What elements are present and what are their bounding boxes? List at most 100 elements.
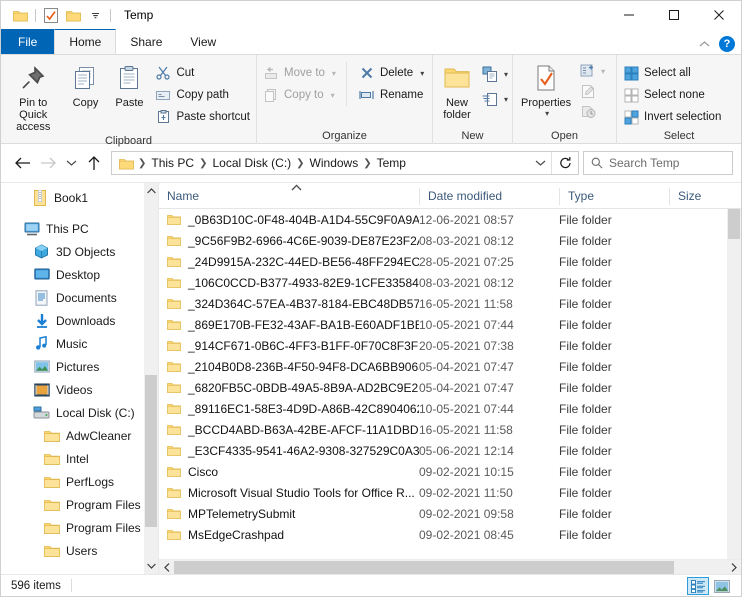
breadcrumb-item-this-pc[interactable]: This PC bbox=[147, 156, 198, 170]
table-row[interactable]: _6820FB5C-0BDB-49A5-8B9A-AD2BC9E2... 05-… bbox=[159, 377, 741, 398]
details-view-button[interactable] bbox=[687, 577, 709, 595]
hscroll-track[interactable] bbox=[174, 560, 726, 575]
tab-view[interactable]: View bbox=[176, 29, 230, 54]
table-row[interactable]: _89116EC1-58E3-4D9D-A86B-42C8904062... 1… bbox=[159, 398, 741, 419]
qat-properties-check-icon[interactable] bbox=[40, 4, 62, 26]
tab-file[interactable]: File bbox=[1, 29, 54, 54]
sidebar-item-program-files[interactable]: Program Files bbox=[1, 493, 158, 516]
paste-shortcut-button[interactable]: Paste shortcut bbox=[151, 106, 254, 128]
ribbon-collapse-chevron-up-icon[interactable] bbox=[698, 38, 711, 51]
help-button[interactable]: ? bbox=[719, 36, 735, 52]
tab-share[interactable]: Share bbox=[116, 29, 176, 54]
move-to-button[interactable]: Move to ▾ bbox=[259, 62, 340, 84]
sidebar-item-3d-objects[interactable]: 3D Objects bbox=[1, 240, 158, 263]
table-row[interactable]: MPTelemetrySubmit 09-02-2021 09:58 File … bbox=[159, 503, 741, 524]
cut-button[interactable]: Cut bbox=[151, 62, 254, 84]
move-to-caret-icon[interactable]: ▾ bbox=[332, 69, 336, 78]
file-list-horizontal-scrollbar[interactable] bbox=[159, 559, 741, 574]
sidebar-scroll-down-chevron-down-icon[interactable] bbox=[144, 558, 158, 574]
table-row[interactable]: _0B63D10C-0F48-404B-A1D4-55C9F0A9A... 12… bbox=[159, 209, 741, 230]
forward-button[interactable] bbox=[35, 150, 61, 176]
edit-button[interactable] bbox=[577, 81, 608, 101]
qat-new-folder-icon[interactable] bbox=[62, 4, 84, 26]
sidebar-item-this-pc[interactable]: This PC bbox=[1, 217, 158, 240]
table-row[interactable]: _869E170B-FE32-43AF-BA1B-E60ADF1BE3... 1… bbox=[159, 314, 741, 335]
column-header-size[interactable]: Size bbox=[669, 188, 741, 205]
sidebar-item-program-files-x86[interactable]: Program Files ( bbox=[1, 516, 158, 539]
sidebar-item-desktop[interactable]: Desktop bbox=[1, 263, 158, 286]
table-row[interactable]: _2104B0D8-236B-4F50-94F8-DCA6BB9063... 0… bbox=[159, 356, 741, 377]
table-row[interactable]: _914CF671-0B6C-4FF3-B1FF-0F70C8F3FD... 2… bbox=[159, 335, 741, 356]
copy-button[interactable]: Copy bbox=[63, 58, 107, 109]
recent-locations-button[interactable] bbox=[61, 150, 81, 176]
hscroll-thumb[interactable] bbox=[174, 561, 674, 574]
table-row[interactable]: _E3CF4335-9541-46A2-9308-327529C0A3F2 05… bbox=[159, 440, 741, 461]
table-row[interactable]: Microsoft Visual Studio Tools for Office… bbox=[159, 482, 741, 503]
invert-selection-button[interactable]: Invert selection bbox=[619, 106, 725, 128]
breadcrumb-item-windows[interactable]: Windows bbox=[306, 156, 363, 170]
column-header-type[interactable]: Type bbox=[559, 188, 669, 205]
new-folder-button[interactable]: Newfolder bbox=[435, 58, 479, 121]
breadcrumb-item-local-disk[interactable]: Local Disk (C:) bbox=[208, 156, 295, 170]
sidebar-item-pictures[interactable]: Pictures bbox=[1, 355, 158, 378]
paste-button[interactable]: Paste bbox=[107, 58, 151, 109]
large-icons-view-button[interactable] bbox=[711, 577, 733, 595]
pin-to-quick-access-button[interactable]: Pin to Quickaccess bbox=[3, 58, 63, 133]
breadcrumb[interactable]: ❯ This PC ❯ Local Disk (C:) ❯ Windows ❯ … bbox=[111, 151, 579, 175]
column-header-name[interactable]: Name bbox=[159, 188, 419, 205]
delete-button[interactable]: Delete ▾ bbox=[355, 62, 428, 84]
maximize-button[interactable] bbox=[651, 1, 696, 29]
sidebar-item-intel[interactable]: Intel bbox=[1, 447, 158, 470]
sidebar-scroll-thumb[interactable] bbox=[145, 375, 157, 527]
hscroll-left-chevron-left-icon[interactable] bbox=[159, 560, 174, 575]
copy-to-button[interactable]: Copy to ▾ bbox=[259, 84, 340, 106]
table-row[interactable]: Cisco 09-02-2021 10:15 File folder bbox=[159, 461, 741, 482]
copy-to-caret-icon[interactable]: ▾ bbox=[331, 91, 335, 100]
sidebar-item-downloads[interactable]: Downloads bbox=[1, 309, 158, 332]
table-row[interactable]: _9C56F9B2-6966-4C6E-9039-DE87E23F2A... 0… bbox=[159, 230, 741, 251]
sidebar-item-book1[interactable]: Book1 bbox=[1, 186, 158, 209]
table-row[interactable]: _24D9915A-232C-44ED-BE56-48FF294EC... 28… bbox=[159, 251, 741, 272]
file-list-scrollbar[interactable] bbox=[727, 209, 741, 559]
column-header-date-modified[interactable]: Date modified bbox=[419, 188, 559, 205]
sidebar-item-users[interactable]: Users bbox=[1, 539, 158, 562]
tab-home[interactable]: Home bbox=[54, 29, 116, 54]
qat-dropdown-icon[interactable] bbox=[84, 4, 106, 26]
sidebar-item-music[interactable]: Music bbox=[1, 332, 158, 355]
table-row[interactable]: _106C0CCD-B377-4933-82E9-1CFE33584E... 0… bbox=[159, 272, 741, 293]
properties-button[interactable]: Properties ▾ bbox=[515, 58, 577, 118]
sidebar-item-adwcleaner[interactable]: AdwCleaner bbox=[1, 424, 158, 447]
table-row[interactable]: _324D364C-57EA-4B37-8184-EBC48DB57... 16… bbox=[159, 293, 741, 314]
sidebar-item-videos[interactable]: Videos bbox=[1, 378, 158, 401]
delete-caret-icon[interactable]: ▾ bbox=[420, 69, 424, 78]
easy-access-caret-icon[interactable]: ▾ bbox=[504, 95, 508, 104]
sidebar-scroll-up-chevron-up-icon[interactable] bbox=[144, 183, 158, 199]
select-all-button[interactable]: Select all bbox=[619, 62, 725, 84]
qat-folder-icon[interactable] bbox=[9, 4, 31, 26]
hscroll-right-chevron-right-icon[interactable] bbox=[726, 560, 741, 575]
sidebar-item-documents[interactable]: Documents bbox=[1, 286, 158, 309]
file-list-scroll-thumb[interactable] bbox=[728, 209, 740, 239]
sidebar-item-perflogs[interactable]: PerfLogs bbox=[1, 470, 158, 493]
address-dropdown-chevron-down-icon[interactable] bbox=[529, 159, 551, 167]
search-input[interactable]: Search Temp bbox=[583, 151, 733, 175]
sidebar-scroll-track[interactable] bbox=[144, 199, 158, 558]
new-item-caret-icon[interactable]: ▾ bbox=[504, 70, 508, 79]
history-button[interactable] bbox=[577, 101, 608, 121]
minimize-button[interactable] bbox=[606, 1, 651, 29]
up-button[interactable] bbox=[81, 150, 107, 176]
sidebar-scrollbar[interactable] bbox=[144, 183, 158, 574]
properties-caret-icon[interactable]: ▾ bbox=[545, 109, 549, 118]
open-with-button[interactable]: ▾ bbox=[577, 61, 608, 81]
easy-access-button[interactable]: ▾ bbox=[479, 88, 511, 110]
copy-path-button[interactable]: Copy path bbox=[151, 84, 254, 106]
rename-button[interactable]: Rename bbox=[355, 84, 428, 106]
open-with-caret-icon[interactable]: ▾ bbox=[601, 67, 605, 76]
back-button[interactable] bbox=[9, 150, 35, 176]
select-none-button[interactable]: Select none bbox=[619, 84, 725, 106]
sidebar-item-local-disk-c[interactable]: Local Disk (C:) bbox=[1, 401, 158, 424]
file-list-scroll-track[interactable] bbox=[727, 209, 741, 559]
breadcrumb-item-temp[interactable]: Temp bbox=[373, 156, 410, 170]
table-row[interactable]: MsEdgeCrashpad 09-02-2021 08:45 File fol… bbox=[159, 524, 741, 545]
new-item-button[interactable]: ▾ bbox=[479, 63, 511, 85]
